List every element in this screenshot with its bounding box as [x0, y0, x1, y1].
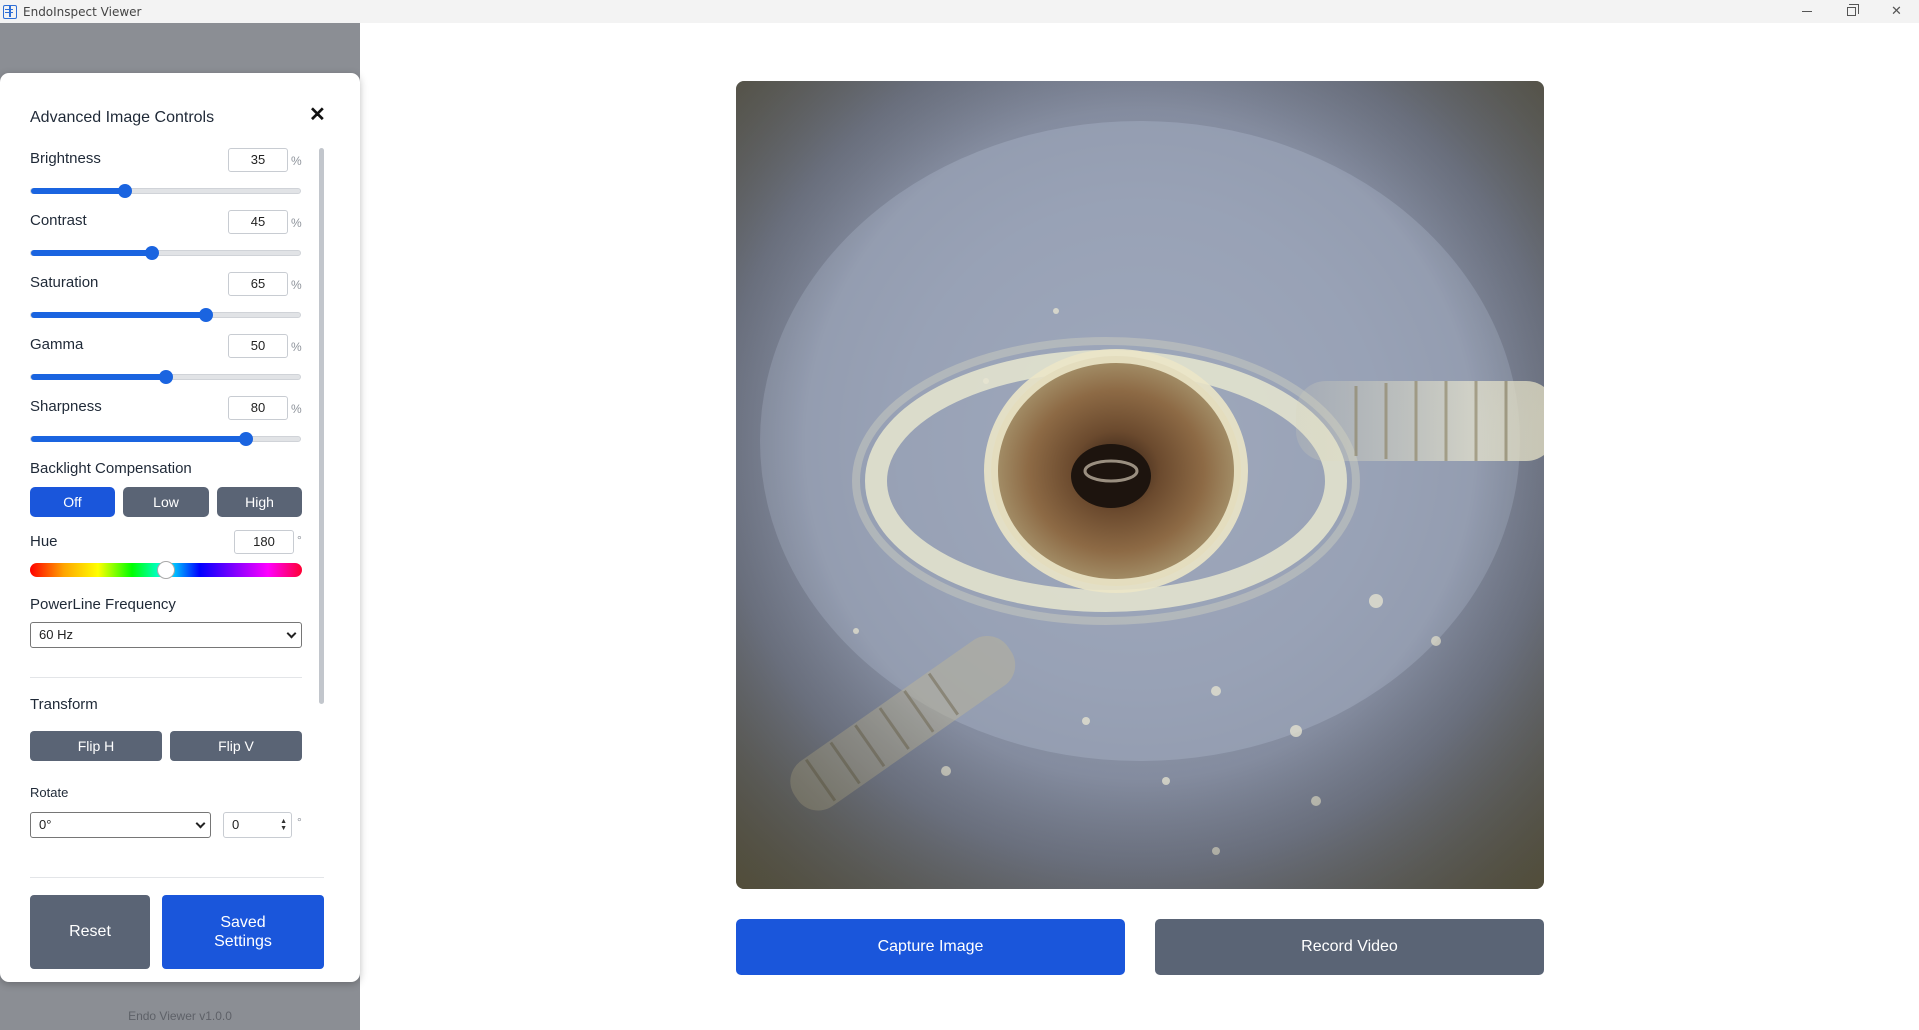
chevron-down-icon	[286, 628, 297, 639]
sharpness-unit: %	[291, 402, 302, 416]
contrast-input[interactable]: 45	[228, 210, 288, 234]
contrast-unit: %	[291, 216, 302, 230]
saturation-label: Saturation	[30, 274, 99, 291]
gamma-unit: %	[291, 340, 302, 354]
saved-settings-label-line2: Settings	[214, 933, 272, 950]
slider-thumb[interactable]	[198, 308, 213, 322]
slider-fill	[31, 188, 126, 194]
saturation-slider[interactable]	[30, 308, 301, 322]
slider-thumb[interactable]	[145, 246, 160, 260]
flip-h-button[interactable]: Flip H	[30, 731, 162, 761]
hue-slider-thumb[interactable]	[157, 561, 175, 579]
record-video-button[interactable]: Record Video	[1155, 919, 1544, 975]
rotate-label: Rotate	[30, 785, 69, 800]
powerline-select[interactable]: 60 Hz	[30, 622, 302, 648]
saturation-unit: %	[291, 278, 302, 292]
chevron-down-icon	[195, 818, 206, 829]
saturation-input[interactable]: 65	[228, 272, 288, 296]
brightness-label: Brightness	[30, 150, 101, 167]
brightness-unit: %	[291, 154, 302, 168]
slider-fill	[31, 436, 247, 442]
restore-icon	[1847, 4, 1859, 16]
slider-thumb[interactable]	[118, 184, 133, 198]
restore-button[interactable]	[1829, 0, 1874, 23]
rotate-angle-input[interactable]: 0 ▲ ▼	[223, 812, 292, 838]
spinner-arrows-icon[interactable]: ▲ ▼	[280, 818, 287, 832]
contrast-label: Contrast	[30, 212, 87, 229]
sharpness-slider[interactable]	[30, 432, 301, 446]
slider-fill	[31, 250, 153, 256]
minimize-icon	[1801, 11, 1812, 12]
window-title: EndoInspect Viewer	[23, 4, 142, 19]
brightness-slider[interactable]	[30, 184, 301, 198]
rotate-select[interactable]: 0°	[30, 812, 211, 838]
panel-close-button[interactable]: ✕	[309, 103, 326, 127]
window-close-button[interactable]: ✕	[1874, 0, 1919, 23]
close-icon: ✕	[309, 104, 326, 126]
advanced-controls-panel: Advanced Image Controls ✕ Brightness 35 …	[0, 73, 360, 982]
hue-unit: °	[297, 533, 302, 547]
transform-label: Transform	[30, 696, 98, 713]
hue-label: Hue	[30, 533, 58, 550]
hue-slider[interactable]	[30, 561, 302, 579]
panel-title: Advanced Image Controls	[30, 109, 215, 126]
reset-button[interactable]: Reset	[30, 895, 150, 969]
hue-input[interactable]: 180	[234, 530, 294, 554]
capture-image-button[interactable]: Capture Image	[736, 919, 1125, 975]
powerline-selected: 60 Hz	[39, 627, 73, 642]
contrast-slider[interactable]	[30, 246, 301, 260]
camera-feed[interactable]	[736, 81, 1544, 889]
flip-v-button[interactable]: Flip V	[170, 731, 302, 761]
panel-scrollbar[interactable]	[319, 148, 324, 704]
slider-fill	[31, 312, 206, 318]
gamma-input[interactable]: 50	[228, 334, 288, 358]
gamma-slider[interactable]	[30, 370, 301, 384]
app-icon	[3, 4, 17, 19]
divider	[30, 677, 302, 678]
minimize-button[interactable]	[1784, 0, 1829, 23]
gamma-label: Gamma	[30, 336, 84, 353]
window-controls: ✕	[1784, 0, 1919, 23]
title-bar: EndoInspect Viewer ✕	[0, 0, 1919, 23]
rotate-selected: 0°	[39, 817, 52, 832]
close-icon: ✕	[1891, 4, 1902, 19]
backlight-off-button[interactable]: Off	[30, 487, 115, 517]
brightness-input[interactable]: 35	[228, 148, 288, 172]
endoscope-image	[736, 81, 1544, 889]
powerline-label: PowerLine Frequency	[30, 596, 176, 613]
backlight-label: Backlight Compensation	[30, 460, 192, 477]
backlight-high-button[interactable]: High	[217, 487, 302, 517]
slider-fill	[31, 374, 166, 380]
sharpness-input[interactable]: 80	[228, 396, 288, 420]
saved-settings-button[interactable]: Saved Settings	[162, 895, 324, 969]
slider-thumb[interactable]	[158, 370, 173, 384]
rotate-angle-value: 0	[232, 817, 240, 832]
version-label: Endo Viewer v1.0.0	[128, 1009, 232, 1023]
rotate-unit: °	[297, 815, 302, 829]
backlight-low-button[interactable]: Low	[123, 487, 209, 517]
sharpness-label: Sharpness	[30, 398, 102, 415]
divider	[30, 877, 324, 878]
slider-thumb[interactable]	[239, 432, 254, 446]
saved-settings-label-line1: Saved	[220, 914, 266, 931]
